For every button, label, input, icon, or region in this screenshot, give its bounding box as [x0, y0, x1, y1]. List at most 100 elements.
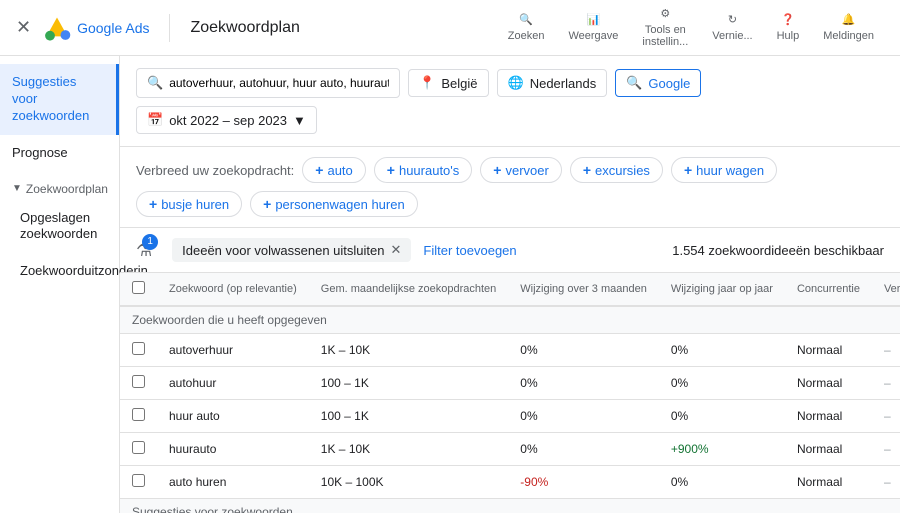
chevron-down-icon: ▼ [293, 113, 306, 128]
section-header-row: Zoekwoorden die u heeft opgegeven [120, 306, 900, 334]
location-chip[interactable]: 📍 België [408, 69, 488, 97]
suggestion-chip-vervoer[interactable]: + vervoer [480, 157, 562, 183]
plus-icon: + [149, 196, 157, 212]
row-checkbox[interactable] [132, 342, 145, 355]
google-ads-logo: Google Ads [43, 14, 149, 42]
filter-button[interactable]: ⚗ 1 [136, 240, 152, 261]
tools-icon: ⚙ [660, 7, 670, 20]
suggestion-chip-huurautos[interactable]: + huurauto's [374, 157, 473, 183]
keyword-search-input-wrap[interactable]: 🔍 [136, 68, 400, 98]
section-header-row: Suggesties voor zoekwoorden [120, 499, 900, 513]
plus-icon: + [493, 162, 501, 178]
select-all-checkbox[interactable] [132, 281, 145, 294]
cell-vertoningspct: – [872, 334, 900, 367]
nav-icon-refresh[interactable]: ↻ Vernie... [702, 9, 762, 46]
cell-keyword: autohuur [157, 367, 309, 400]
date-chip[interactable]: 📅 okt 2022 – sep 2023 ▼ [136, 106, 317, 134]
col-monthly[interactable]: Gem. maandelijkse zoekopdrachten [309, 273, 508, 306]
cell-vertoningspct: – [872, 400, 900, 433]
cell-keyword: autoverhuur [157, 334, 309, 367]
keyword-search-input[interactable] [169, 76, 389, 90]
nav-icon-weergave[interactable]: 📊 Weergave [558, 9, 628, 46]
nav-icon-zoeken[interactable]: 🔍 Zoeken [498, 9, 555, 46]
plus-icon: + [387, 162, 395, 178]
sidebar-item-suggesties[interactable]: Suggesties voor zoekwoorden [0, 64, 119, 135]
page-title: Zoekwoordplan [190, 19, 299, 37]
table-row: huurauto1K – 10K0%+900%Normaal–€ 0,52€ 2… [120, 433, 900, 466]
close-button[interactable]: ✕ [16, 17, 31, 38]
nav-icon-tools[interactable]: ⚙ Tools en instellin... [632, 3, 698, 52]
language-icon: 🌐 [508, 75, 524, 91]
suggestion-chip-excursies[interactable]: + excursies [570, 157, 663, 183]
table-row: auto huren10K – 100K-90%0%Normaal–€ 0,44… [120, 466, 900, 499]
cell-monthly: 100 – 1K [309, 367, 508, 400]
suggestions-label: Verbreed uw zoekopdracht: [136, 163, 294, 178]
chevron-down-icon: ▼ [12, 183, 22, 194]
logo-text: Google Ads [77, 20, 149, 36]
network-chip[interactable]: 🔍 Google [615, 69, 701, 97]
suggestions-bar: Verbreed uw zoekopdracht: + auto + huura… [120, 147, 900, 228]
cell-competition: Normaal [785, 334, 872, 367]
table-row: autoverhuur1K – 10K0%0%Normaal–€ 0,54€ 2… [120, 334, 900, 367]
row-checkbox-cell [120, 367, 157, 400]
nav-icon-notifications[interactable]: 🔔 Meldingen [813, 9, 884, 46]
cell-keyword: huur auto [157, 400, 309, 433]
cell-monthly: 1K – 10K [309, 433, 508, 466]
row-checkbox[interactable] [132, 408, 145, 421]
location-icon: 📍 [419, 75, 435, 91]
keyword-count: 1.554 zoekwoordideeën beschikbaar [672, 243, 884, 258]
table-row: huur auto100 – 1K0%0%Normaal–€ 0,57€ 2,0… [120, 400, 900, 433]
top-nav-left: ✕ Google Ads Zoekwoordplan [16, 14, 498, 42]
keyword-table: Zoekwoord (op relevantie) Gem. maandelij… [120, 273, 900, 513]
cell-change3m: 0% [508, 400, 659, 433]
search-icon: 🔍 [519, 13, 533, 26]
plus-icon: + [315, 162, 323, 178]
row-checkbox-cell [120, 466, 157, 499]
add-filter-button[interactable]: Filter toevoegen [423, 243, 516, 258]
language-chip[interactable]: 🌐 Nederlands [497, 69, 608, 97]
refresh-icon: ↻ [728, 13, 737, 26]
cell-vertoningspct: – [872, 433, 900, 466]
suggestion-chip-bussuhuren[interactable]: + busje huren [136, 191, 242, 217]
col-keyword[interactable]: Zoekwoord (op relevantie) [157, 273, 309, 306]
sidebar-item-prognose[interactable]: Prognose [0, 135, 119, 172]
cell-competition: Normaal [785, 367, 872, 400]
sidebar: Suggesties voor zoekwoorden Prognose ▼ Z… [0, 56, 120, 513]
google-icon: 🔍 [626, 75, 642, 91]
cell-change-year: 0% [659, 466, 785, 499]
row-checkbox[interactable] [132, 375, 145, 388]
cell-change3m: 0% [508, 367, 659, 400]
cell-vertoningspct: – [872, 367, 900, 400]
filter-remove-button[interactable]: ✕ [391, 242, 402, 258]
cell-change-year: +900% [659, 433, 785, 466]
cell-change3m: -90% [508, 466, 659, 499]
col-competition[interactable]: Concurrentie [785, 273, 872, 306]
nav-icon-help[interactable]: ❓ Hulp [767, 9, 810, 46]
table-row: autohuur100 – 1K0%0%Normaal–€ 0,55€ 2,40 [120, 367, 900, 400]
suggestion-chip-personenwagen[interactable]: + personenwagen huren [250, 191, 418, 217]
sidebar-item-opgeslagen[interactable]: Opgeslagen zoekwoorden [0, 200, 119, 254]
cell-keyword: huurauto [157, 433, 309, 466]
sidebar-section-zoekwoordplan[interactable]: ▼ Zoekwoordplan [0, 172, 119, 200]
row-checkbox[interactable] [132, 441, 145, 454]
cell-change-year: 0% [659, 334, 785, 367]
cell-competition: Normaal [785, 400, 872, 433]
cell-vertoningspct: – [872, 466, 900, 499]
cell-change3m: 0% [508, 433, 659, 466]
row-checkbox[interactable] [132, 474, 145, 487]
col-changeyear[interactable]: Wijziging jaar op jaar [659, 273, 785, 306]
sidebar-item-uitzondering[interactable]: Zoekwoorduitzonderin... [0, 253, 119, 290]
cell-monthly: 10K – 100K [309, 466, 508, 499]
filter-bar: ⚗ 1 Ideeën voor volwassenen uitsluiten ✕… [120, 228, 900, 273]
select-all-header[interactable] [120, 273, 157, 306]
cell-keyword: auto huren [157, 466, 309, 499]
cell-change-year: 0% [659, 367, 785, 400]
suggestion-chip-auto[interactable]: + auto [302, 157, 366, 183]
col-vertoningspct[interactable]: Vertoningspercenti van adverter [872, 273, 900, 306]
col-change3m[interactable]: Wijziging over 3 maanden [508, 273, 659, 306]
row-checkbox-cell [120, 334, 157, 367]
suggestion-chip-huurwagen[interactable]: + huur wagen [671, 157, 777, 183]
plus-icon: + [263, 196, 271, 212]
row-checkbox-cell [120, 433, 157, 466]
cell-change-year: 0% [659, 400, 785, 433]
